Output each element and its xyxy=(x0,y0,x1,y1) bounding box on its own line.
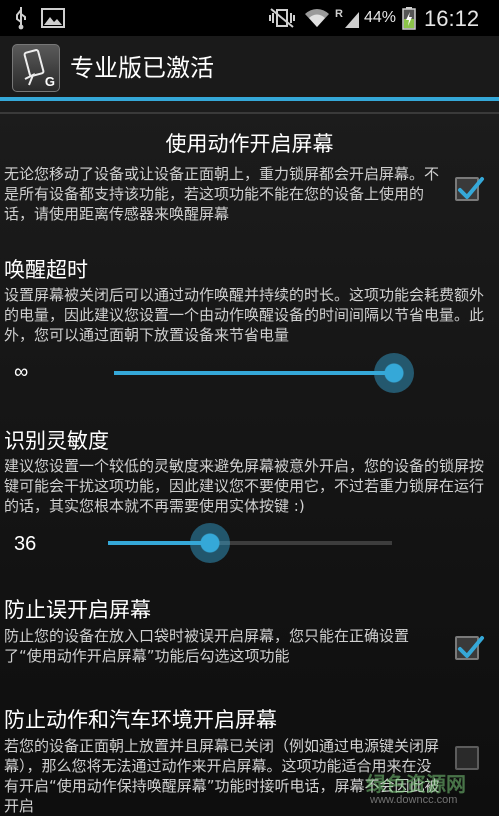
usb-icon xyxy=(8,0,34,36)
setting-summary: 建议您设置一个较低的灵敏度来避免屏幕被意外开启，您的设备的锁屏按键可能会干扰这项… xyxy=(4,457,485,515)
action-bar-accent-line xyxy=(0,97,499,101)
setting-title: 唤醒超时 xyxy=(4,258,88,282)
wake-timeout-slider-fill xyxy=(114,371,394,375)
battery-percent: 44% xyxy=(364,9,397,26)
app-icon-letter: G xyxy=(44,74,55,89)
page-title: 专业版已激活 xyxy=(70,54,214,82)
pocket-protection-checkbox[interactable] xyxy=(455,636,484,660)
signal-icon: R xyxy=(334,0,362,36)
setting-summary: 无论您移动了设备或让设备正面朝上，重力锁屏都会开启屏幕。不是所有设备都支持该功能… xyxy=(4,165,440,223)
clock-time: 16:12 xyxy=(424,6,480,31)
wake-on-motion-checkbox[interactable] xyxy=(455,177,484,201)
setting-title: 防止误开启屏幕 xyxy=(4,598,151,622)
setting-summary: 防止您的设备在放入口袋时被误开启屏幕，您只能在正确设置了“使用动作开启屏幕”功能… xyxy=(4,627,410,665)
app-icon[interactable]: G xyxy=(12,44,60,92)
setting-summary: 若您的设备正面朝上放置并且屏幕已关闭（例如通过电源键关闭屏幕），那么您将无法通过… xyxy=(4,737,440,815)
setting-title: 防止动作和汽车环境开启屏幕 xyxy=(4,708,277,732)
slider-value-label: 36 xyxy=(14,533,37,555)
checkmark-icon xyxy=(458,177,484,199)
vibrate-mute-icon xyxy=(268,0,296,36)
svg-text:R: R xyxy=(335,8,343,20)
slider-value-label: ∞ xyxy=(14,361,29,383)
image-icon xyxy=(40,0,66,36)
action-bar: G 专业版已激活 xyxy=(0,36,499,100)
wake-timeout-slider-thumb[interactable] xyxy=(374,353,414,393)
setting-title: 识别灵敏度 xyxy=(4,429,109,453)
checkmark-icon xyxy=(458,636,484,658)
motion-car-protection-checkbox[interactable] xyxy=(455,746,479,770)
status-bar: R 44% 16:12 xyxy=(0,0,499,36)
battery-charging-icon xyxy=(398,0,420,36)
setting-summary: 设置屏幕被关闭后可以通过动作唤醒并持续的时长。这项功能会耗费额外的电量，因此建议… xyxy=(4,286,485,344)
setting-title: 使用动作开启屏幕 xyxy=(165,132,334,156)
sensitivity-slider-thumb[interactable] xyxy=(190,523,230,563)
wifi-icon xyxy=(302,0,332,36)
divider xyxy=(0,112,499,114)
